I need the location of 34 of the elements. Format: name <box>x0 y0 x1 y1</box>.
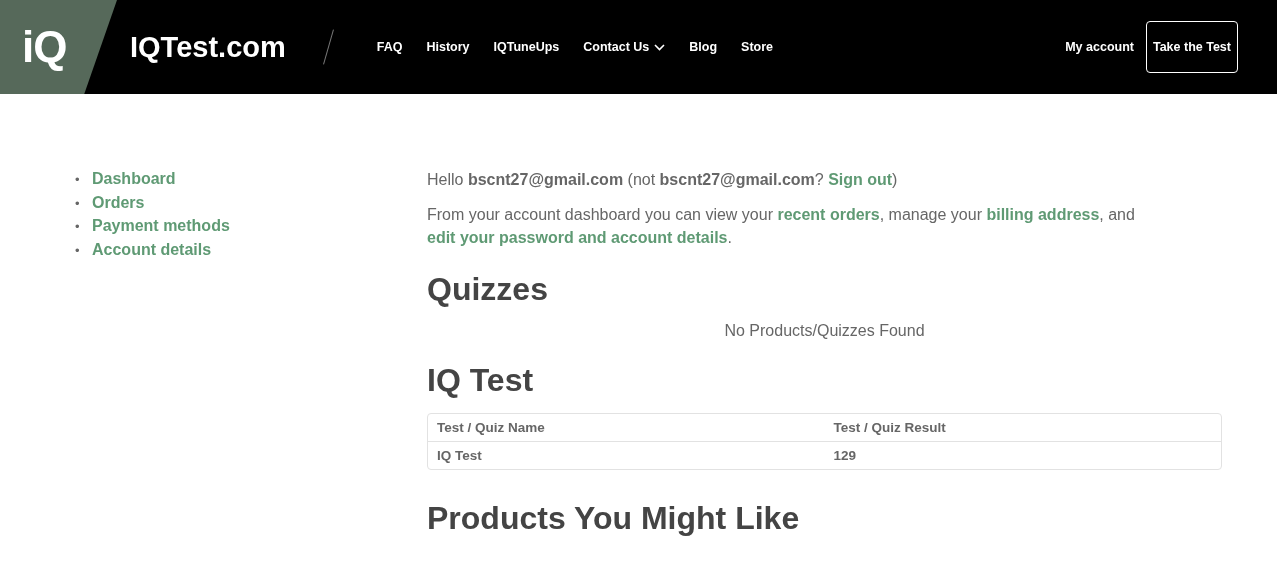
bullet: • <box>75 241 81 260</box>
table-cell: 129 <box>824 441 1221 469</box>
sidebar-link[interactable]: Payment methods <box>92 217 230 234</box>
account-link[interactable]: My account <box>1065 40 1134 54</box>
sidebar-link[interactable]: Account details <box>92 240 212 258</box>
table-cell: IQ Test <box>428 441 825 469</box>
nav-link[interactable]: FAQ <box>376 40 403 54</box>
bullet: • <box>75 218 81 236</box>
empty-message: No Products/Quizzes Found <box>723 322 926 340</box>
section-heading: IQ Test <box>427 362 535 399</box>
bullet: • <box>75 171 81 189</box>
nav-link[interactable]: Store <box>741 40 774 54</box>
text-link[interactable]: recent orders <box>777 206 880 223</box>
sidebar-link[interactable]: Orders <box>92 193 145 211</box>
sidebar-link[interactable]: Dashboard <box>92 170 176 187</box>
nav-link[interactable]: IQTuneUps <box>493 40 560 54</box>
logo-mark: iQ <box>22 22 67 72</box>
text-link[interactable]: Sign out <box>828 171 893 188</box>
nav-link[interactable]: History <box>426 40 470 54</box>
nav-link[interactable]: Blog <box>689 40 718 54</box>
section-heading: Quizzes <box>427 271 549 308</box>
text-link[interactable]: password and account details <box>499 229 728 246</box>
column-header: Test / Quiz Name <box>436 419 546 437</box>
nav-link[interactable]: Contact Us <box>583 40 666 54</box>
bullet: • <box>75 194 81 213</box>
greeting-text: Hello bscnt27@gmail.com (not bscnt27@gmail.com? Sign out) <box>427 170 899 190</box>
site-name[interactable]: IQTest.com <box>130 30 286 64</box>
column-header: Test / Quiz Result <box>832 419 947 437</box>
logo-block[interactable]: iQ <box>0 0 117 94</box>
section-heading: Products You Might Like <box>427 500 801 537</box>
text-link[interactable]: billing address <box>986 206 1100 223</box>
take-test-button[interactable]: Take the Test <box>1145 21 1238 73</box>
intro-text: From your account dashboard you can view your recent orders, manage your billing address, and edit your password and account details. <box>427 205 1136 248</box>
text-link[interactable]: edit your <box>427 229 499 246</box>
